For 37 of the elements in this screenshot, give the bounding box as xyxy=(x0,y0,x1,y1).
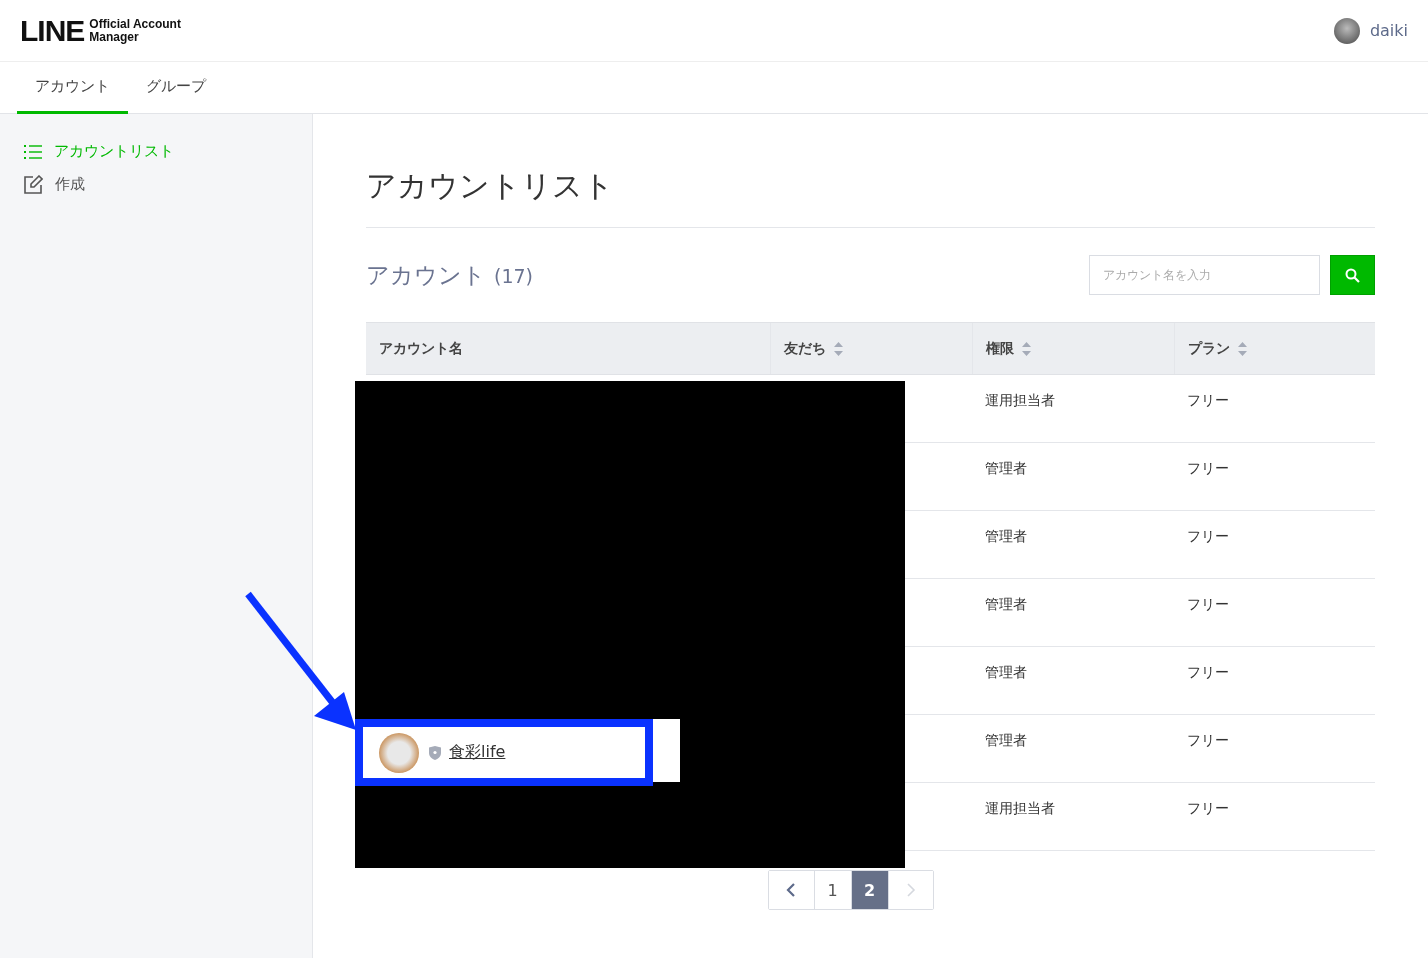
role-cell-text: 運用担当者 xyxy=(984,799,1056,818)
role-cell-text: 管理者 xyxy=(984,527,1028,546)
tab[interactable]: グループ xyxy=(128,62,224,114)
plan-cell-text: フリー xyxy=(1186,799,1230,818)
search-icon xyxy=(1345,267,1360,283)
role-cell-text: 運用担当者 xyxy=(984,391,1056,410)
plan-cell-text: フリー xyxy=(1186,391,1230,410)
account-name-link[interactable]: 食彩life xyxy=(449,742,506,763)
search-button[interactable] xyxy=(1330,255,1375,295)
section-title: アカウント xyxy=(366,261,486,288)
account-count: (17) xyxy=(494,264,533,287)
page-title: アカウントリスト xyxy=(366,166,1375,228)
edit-icon xyxy=(24,175,43,194)
role-cell-text: 管理者 xyxy=(984,459,1028,478)
plan-cell-text: フリー xyxy=(1186,663,1230,682)
role-cell-text: 管理者 xyxy=(984,663,1028,682)
search-field[interactable]: アカウント名を入力 xyxy=(1089,255,1320,295)
plan-cell-text: フリー xyxy=(1186,527,1230,546)
sort-icon[interactable] xyxy=(1022,341,1031,356)
plan-cell-text: フリー xyxy=(1186,459,1230,478)
plan-cell-text: フリー xyxy=(1186,731,1230,750)
account-avatar xyxy=(379,732,419,773)
sort-icon[interactable] xyxy=(1238,341,1247,356)
sort-icon[interactable] xyxy=(834,341,843,356)
sidebar-item[interactable]: 作成 xyxy=(24,175,312,194)
column-header[interactable]: 権限 xyxy=(986,339,1014,358)
role-cell-text: 管理者 xyxy=(984,595,1028,614)
page-button[interactable]: 2 xyxy=(850,871,888,909)
user-avatar[interactable] xyxy=(1333,17,1360,44)
role-cell-text: 管理者 xyxy=(984,731,1028,750)
user-name[interactable]: daiki xyxy=(1369,21,1408,40)
column-header[interactable]: プラン xyxy=(1188,339,1230,358)
list-icon xyxy=(24,143,42,160)
shield-icon xyxy=(429,745,441,760)
column-header[interactable]: 友だち xyxy=(784,339,826,358)
column-header[interactable]: アカウント名 xyxy=(379,339,463,358)
plan-cell-text: フリー xyxy=(1186,595,1230,614)
